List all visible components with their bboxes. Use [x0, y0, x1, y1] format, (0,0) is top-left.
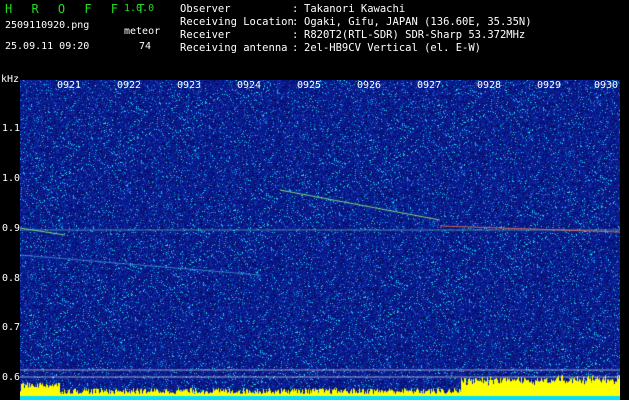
y-tick-label: 1.0	[2, 173, 21, 184]
x-tick-label: 0921	[57, 80, 82, 91]
x-tick-label: 0929	[537, 80, 562, 91]
info-row-antenna: Receiving antenna:2el-HB9CV Vertical (el…	[180, 42, 482, 54]
meteor-count: 74	[139, 41, 152, 52]
y-tick-label: 0.9	[2, 223, 21, 234]
app-version: 1.0.0	[124, 3, 155, 14]
x-tick-label: 0924	[237, 80, 262, 91]
y-axis-unit: kHz	[1, 74, 20, 85]
x-tick-label: 0922	[117, 80, 142, 91]
meteor-label: meteor	[124, 26, 161, 37]
x-tick-label: 0926	[357, 80, 382, 91]
info-row-receiver: Receiver: R820T2(RTL-SDR) SDR-Sharp 53.37…	[180, 29, 526, 41]
file-name: 2509110920.png	[5, 20, 90, 31]
waterfall-spectrogram	[20, 80, 620, 400]
x-tick-label: 0930	[594, 80, 619, 91]
x-tick-label: 0925	[297, 80, 322, 91]
date-time: 25.09.11 09:20	[5, 41, 90, 52]
info-row-observer: Observer: Takanori Kawachi	[180, 3, 406, 15]
x-tick-label: 0927	[417, 80, 442, 91]
x-tick-label: 0923	[177, 80, 202, 91]
y-tick-label: 0.7	[2, 322, 21, 333]
y-tick-label: 0.8	[2, 273, 21, 284]
x-tick-label: 0928	[477, 80, 502, 91]
y-tick-label: 0.6	[2, 372, 21, 383]
y-tick-label: 1.1	[2, 123, 21, 134]
info-row-location: Receiving Location: Ogaki, Gifu, JAPAN (1…	[180, 16, 532, 28]
info-panel: Observer: Takanori Kawachi Receiving Loca…	[180, 3, 532, 55]
